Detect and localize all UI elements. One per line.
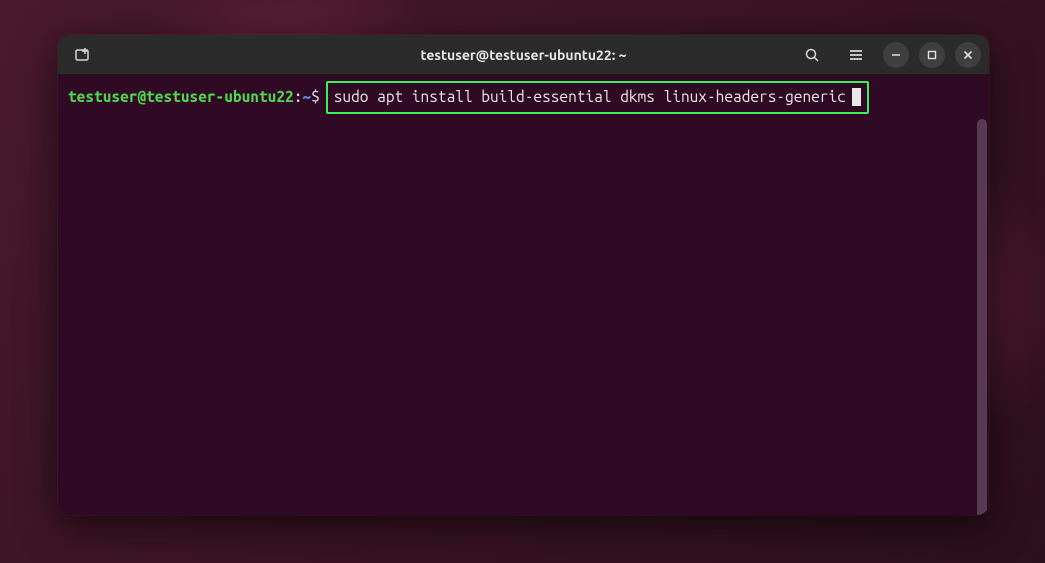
menu-button[interactable] [839,40,873,70]
titlebar-right-controls [795,40,981,70]
titlebar-left-controls [66,40,100,70]
close-button[interactable] [955,42,981,68]
maximize-icon [927,50,937,60]
prompt-user-host: testuser@testuser-ubuntu22 [68,87,294,108]
maximize-button[interactable] [919,42,945,68]
search-icon [804,47,820,63]
window-title: testuser@testuser-ubuntu22: ~ [421,47,627,63]
new-tab-button[interactable] [66,40,100,70]
close-icon [963,50,973,60]
command-text: sudo apt install build-essential dkms li… [334,87,846,108]
titlebar: testuser@testuser-ubuntu22: ~ [58,35,989,75]
prompt-path: ~ [302,87,311,108]
hamburger-icon [848,47,864,63]
scrollbar[interactable] [977,119,987,515]
new-tab-icon [74,46,92,64]
prompt-symbol: $ [311,87,320,108]
terminal-body[interactable]: testuser@testuser-ubuntu22:~$ sudo apt i… [58,75,989,515]
terminal-cursor [852,88,861,106]
terminal-window: testuser@testuser-ubuntu22: ~ [58,35,989,515]
search-button[interactable] [795,40,829,70]
command-highlight-box: sudo apt install build-essential dkms li… [326,81,869,114]
prompt-separator: : [294,87,303,108]
minimize-button[interactable] [883,42,909,68]
prompt-line: testuser@testuser-ubuntu22:~$ sudo apt i… [68,81,979,114]
minimize-icon [891,50,901,60]
